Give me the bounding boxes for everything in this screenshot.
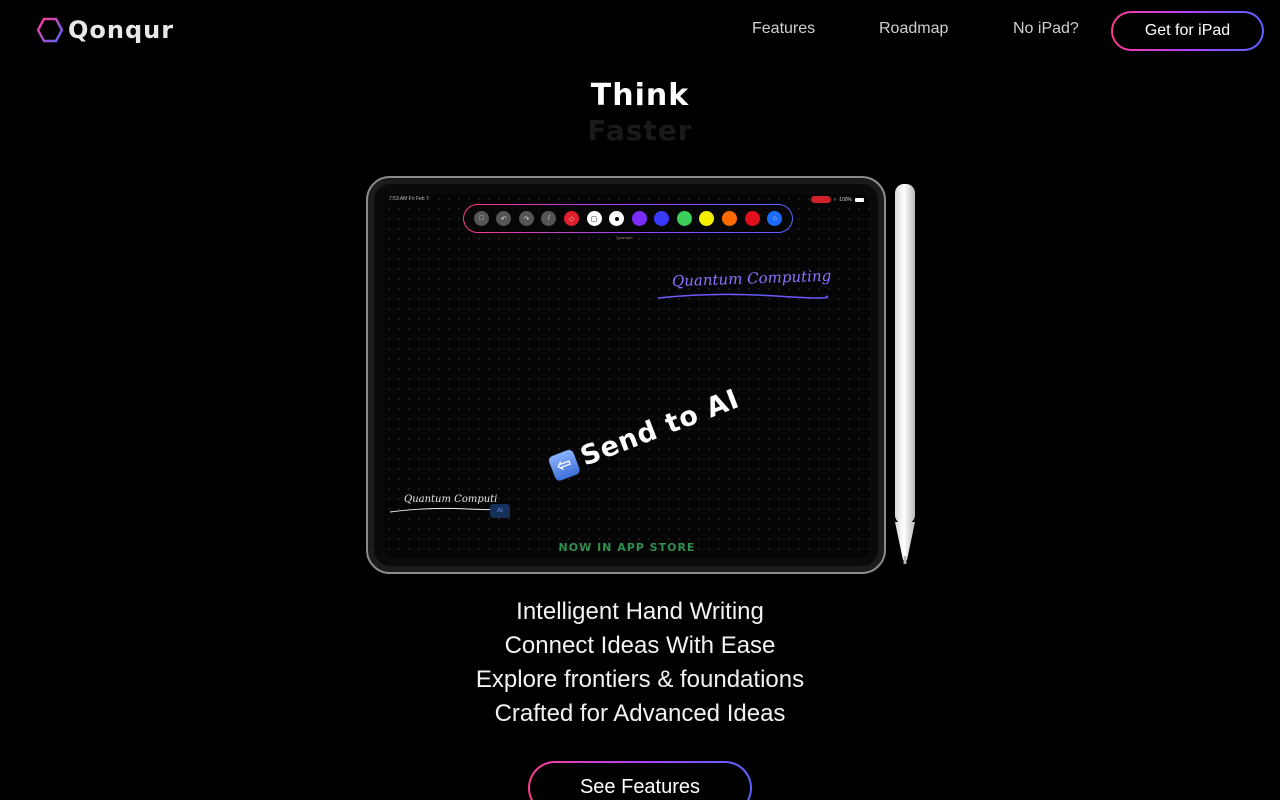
comment-tool-icon[interactable]: □ bbox=[473, 211, 489, 226]
color-swatch-blue[interactable] bbox=[654, 211, 670, 226]
get-for-ipad-label: Get for iPad bbox=[1113, 13, 1262, 49]
feature-line: Intelligent Hand Writing bbox=[516, 598, 764, 625]
logo-link[interactable]: Qonqur bbox=[36, 16, 174, 44]
undo-icon[interactable]: ↶ bbox=[496, 211, 512, 226]
shape-tool-icon[interactable]: ▢ bbox=[586, 211, 602, 226]
brand-name: Qonqur bbox=[68, 16, 175, 44]
hero-subheadline: Faster bbox=[587, 114, 693, 147]
wifi-icon: ▿ bbox=[833, 196, 837, 203]
nav-roadmap-link[interactable]: Roadmap bbox=[879, 20, 948, 38]
feature-line: Crafted for Advanced Ideas bbox=[494, 700, 786, 727]
send-to-ai-banner: ⇦ Send to AI bbox=[546, 383, 744, 484]
color-swatch-violet[interactable] bbox=[631, 211, 647, 226]
handwritten-note-text: Quantum Computing bbox=[404, 494, 498, 505]
color-swatch-red[interactable] bbox=[744, 211, 760, 226]
back-arrow-icon: ⇦ bbox=[547, 448, 581, 482]
color-swatch-orange[interactable] bbox=[721, 211, 737, 226]
battery-percent: 100% bbox=[839, 196, 852, 203]
color-swatch-yellow[interactable] bbox=[699, 211, 715, 226]
battery-icon bbox=[855, 197, 864, 202]
color-swatch-white[interactable] bbox=[609, 211, 625, 226]
ai-chip[interactable]: AI bbox=[490, 504, 510, 518]
send-to-ai-text: Send to AI bbox=[576, 383, 744, 473]
status-bar-right: ▿ 100% bbox=[810, 196, 864, 203]
site-header: Qonqur Features Roadmap No iPad? Get for… bbox=[0, 0, 1280, 62]
handwritten-title-text: Quantum Computing bbox=[672, 267, 831, 291]
record-indicator-icon bbox=[810, 196, 831, 203]
handwritten-title: Quantum Computing bbox=[657, 267, 831, 299]
color-swatch-green[interactable] bbox=[676, 211, 692, 226]
ipad-screen: 7:53 AM Fri Feb 7 ▿ 100% □ ↶ ↷ / ◇ ▢ ⌂ Q… bbox=[384, 194, 870, 558]
hero-headline: Think bbox=[590, 78, 690, 113]
status-time: 7:53 AM Fri Feb 7 bbox=[389, 196, 429, 202]
home-icon[interactable]: ⌂ bbox=[767, 211, 783, 226]
nav-no-ipad-link[interactable]: No iPad? bbox=[1013, 20, 1079, 38]
see-features-label: See Features bbox=[530, 763, 750, 800]
hexagon-logo-icon bbox=[36, 17, 64, 43]
feature-list: Intelligent Hand Writing Connect Ideas W… bbox=[0, 595, 1280, 731]
feature-line: Explore frontiers & foundations bbox=[475, 666, 805, 693]
pencil-stylus-icon bbox=[895, 184, 915, 564]
app-store-text: NOW IN APP STORE bbox=[558, 541, 696, 554]
handwritten-note: Quantum Computing bbox=[389, 494, 498, 513]
feature-line: Connect Ideas With Ease bbox=[504, 632, 776, 659]
drawing-toolbar: □ ↶ ↷ / ◇ ▢ ⌂ bbox=[463, 204, 793, 233]
get-for-ipad-button[interactable]: Get for iPad bbox=[1111, 11, 1264, 51]
toolbar-label: Quantum bbox=[616, 235, 633, 240]
ipad-mockup: 7:53 AM Fri Feb 7 ▿ 100% □ ↶ ↷ / ◇ ▢ ⌂ Q… bbox=[366, 176, 886, 574]
eraser-tool-icon[interactable]: ◇ bbox=[564, 211, 580, 226]
redo-icon[interactable]: ↷ bbox=[518, 211, 534, 226]
nav-features-link[interactable]: Features bbox=[752, 20, 815, 38]
pen-tool-icon[interactable]: / bbox=[541, 211, 557, 226]
see-features-button[interactable]: See Features bbox=[528, 761, 752, 800]
